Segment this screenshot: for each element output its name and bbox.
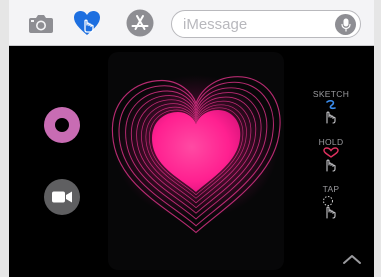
hint-tap-label: TAP (322, 184, 340, 194)
tap-gesture-icon (323, 196, 336, 219)
microphone-icon[interactable] (335, 14, 356, 35)
drawing-canvas[interactable] (108, 52, 284, 270)
hint-hold: HOLD (301, 137, 361, 178)
video-button[interactable] (44, 179, 80, 215)
chevron-up-icon[interactable] (340, 251, 364, 267)
sketch-gesture-icon (326, 99, 336, 124)
digital-touch-icon[interactable] (71, 8, 103, 38)
hint-sketch: SKETCH (301, 89, 361, 130)
camera-icon[interactable] (25, 8, 57, 38)
message-placeholder: iMessage (183, 15, 248, 33)
digital-touch-screen: iMessage SKETCH HOLD TAP (9, 0, 374, 277)
message-toolbar: iMessage (9, 0, 374, 46)
app-store-icon[interactable] (124, 8, 156, 38)
hint-tap: TAP (301, 184, 361, 225)
hold-gesture-icon (323, 147, 339, 172)
color-picker-center (55, 118, 69, 132)
message-input[interactable]: iMessage (171, 10, 361, 38)
color-picker-button[interactable] (44, 107, 80, 143)
hint-sketch-label: SKETCH (312, 89, 350, 99)
hint-hold-label: HOLD (318, 137, 344, 147)
heartbeat-drawing (111, 75, 281, 234)
video-camera-icon (52, 191, 72, 203)
